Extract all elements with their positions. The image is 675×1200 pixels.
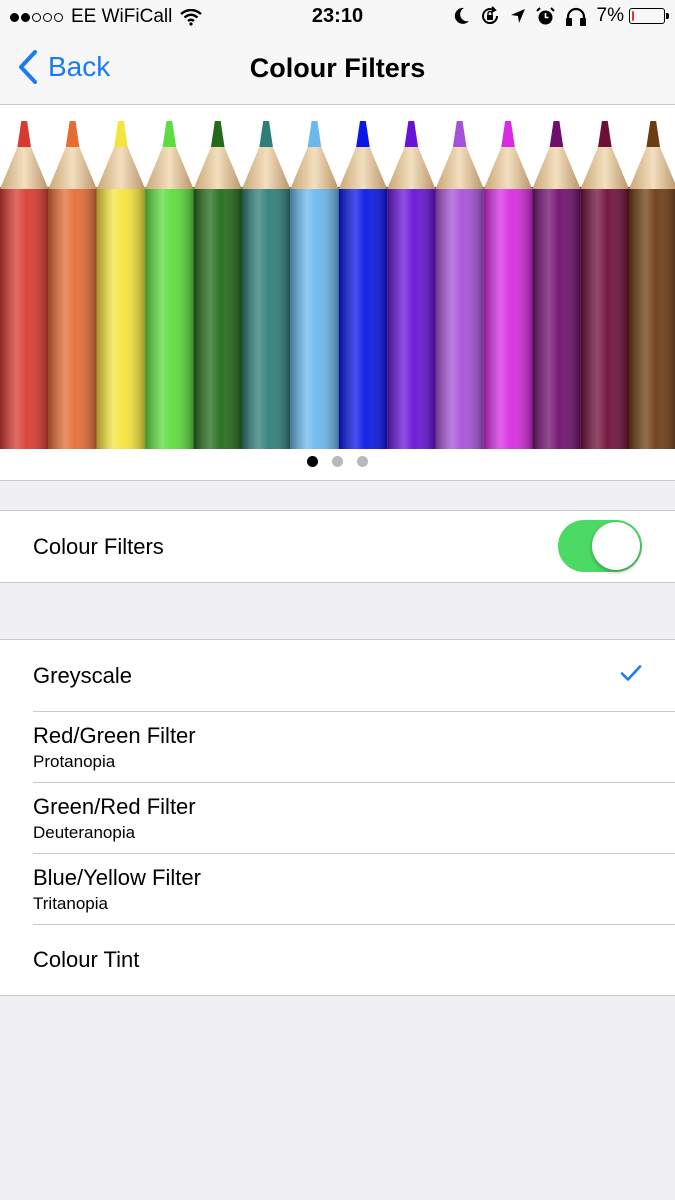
pencil xyxy=(387,121,436,449)
option-label: Greyscale xyxy=(33,663,133,688)
page-indicator[interactable] xyxy=(0,456,675,467)
battery-level xyxy=(632,11,634,21)
pencil xyxy=(0,121,49,449)
pencil xyxy=(532,121,581,449)
option-label: Green/Red Filter xyxy=(33,794,196,819)
pencil xyxy=(48,121,97,449)
page-dot[interactable] xyxy=(307,456,318,467)
status-bar: EE WiFiCall 23:10 7% xyxy=(0,0,675,34)
filter-options-list: Greyscale Red/Green Filter Protanopia Gr… xyxy=(0,639,675,996)
option-greyscale[interactable]: Greyscale xyxy=(0,640,675,711)
colour-filters-toggle-section: Colour Filters xyxy=(0,510,675,583)
pencil xyxy=(241,121,291,449)
battery-percentage: 7% xyxy=(596,5,624,26)
checkmark-icon xyxy=(620,665,642,681)
rotation-lock-icon xyxy=(481,6,498,25)
option-sublabel: Tritanopia xyxy=(33,894,108,913)
pencil xyxy=(96,121,146,449)
option-label: Blue/Yellow Filter xyxy=(33,865,201,890)
page-dot[interactable] xyxy=(357,456,368,467)
option-label: Red/Green Filter xyxy=(33,723,196,748)
pencil xyxy=(629,121,675,449)
pencil xyxy=(338,121,388,449)
location-arrow-icon xyxy=(510,9,525,23)
option-red-green-filter[interactable]: Red/Green Filter Protanopia xyxy=(0,711,675,782)
colour-filters-switch[interactable] xyxy=(558,520,642,572)
pencil xyxy=(290,121,339,449)
headphones-icon xyxy=(565,7,586,26)
option-blue-yellow-filter[interactable]: Blue/Yellow Filter Tritanopia xyxy=(0,853,675,924)
pencils-image xyxy=(0,121,675,449)
colour-filters-label: Colour Filters xyxy=(33,534,164,559)
pencil xyxy=(435,121,484,449)
page-title: Colour Filters xyxy=(249,53,426,83)
pencil xyxy=(145,121,194,449)
pencil xyxy=(580,121,630,449)
option-sublabel: Protanopia xyxy=(33,752,116,771)
colour-pencils-preview[interactable] xyxy=(0,105,675,481)
option-colour-tint[interactable]: Colour Tint xyxy=(0,924,675,995)
alarm-icon xyxy=(535,6,555,24)
page-dot[interactable] xyxy=(332,456,343,467)
battery-icon xyxy=(629,8,669,24)
option-label: Colour Tint xyxy=(33,947,140,972)
option-sublabel: Deuteranopia xyxy=(33,823,136,842)
option-green-red-filter[interactable]: Green/Red Filter Deuteranopia xyxy=(0,782,675,853)
moon-icon xyxy=(454,7,469,24)
pencil xyxy=(193,121,242,449)
colour-filters-row: Colour Filters xyxy=(0,511,675,582)
navigation-bar: Back Colour Filters xyxy=(0,34,675,105)
pencil xyxy=(483,121,533,449)
switch-knob xyxy=(592,522,640,570)
